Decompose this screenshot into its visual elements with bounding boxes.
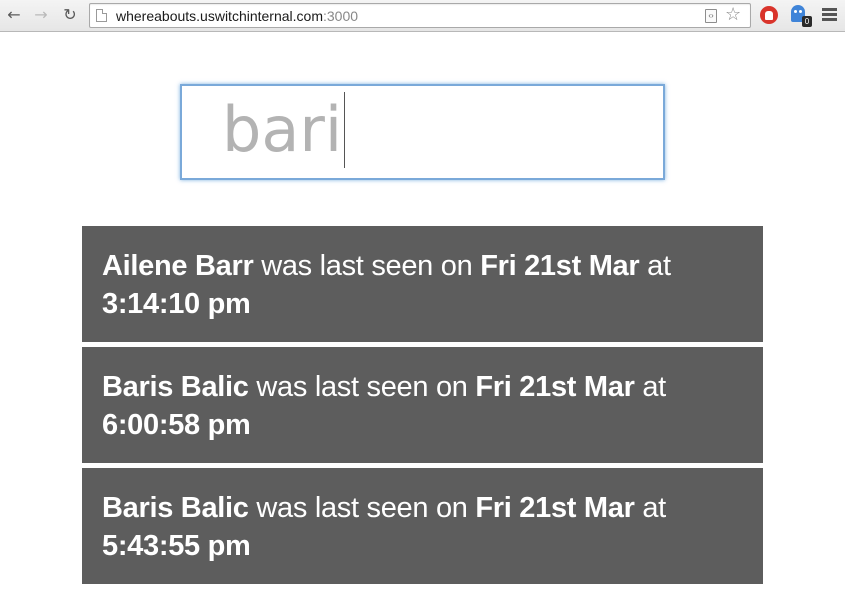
forward-arrow-icon[interactable]: → [30,4,52,26]
url-host: whereabouts.uswitchinternal.com [116,8,323,24]
person-name: Baris Balic [102,371,249,403]
reload-icon[interactable]: ↻ [59,4,81,26]
at-word: at [642,371,666,403]
url-port: :3000 [323,8,359,24]
address-bar[interactable]: whereabouts.uswitchinternal.com:3000 ‹› … [89,3,751,28]
star-icon[interactable]: ☆ [725,5,741,25]
seen-date: Fri 21st Mar [475,492,635,524]
extension-badge: 0 [802,16,812,27]
seen-phrase: was last seen on [261,250,473,282]
seen-time: 5:43:55 pm [102,530,251,562]
page-icon [96,9,107,22]
back-arrow-icon[interactable]: ← [3,4,25,26]
search-input[interactable]: bari [180,84,665,180]
result-card: Baris Balic was last seen on Fri 21st Ma… [82,468,763,584]
url-text[interactable]: whereabouts.uswitchinternal.com:3000 [116,8,358,24]
reader-icon[interactable]: ‹› [705,9,717,23]
search-query: bari [222,93,343,166]
person-name: Baris Balic [102,492,249,524]
adblock-icon[interactable] [760,6,778,24]
seen-phrase: was last seen on [256,492,468,524]
seen-phrase: was last seen on [256,371,468,403]
result-card: Ailene Barr was last seen on Fri 21st Ma… [82,226,763,342]
seen-time: 3:14:10 pm [102,288,251,320]
at-word: at [642,492,666,524]
at-word: at [647,250,671,282]
text-caret [344,91,346,168]
browser-toolbar: ← → ↻ whereabouts.uswitchinternal.com:30… [0,0,845,32]
seen-time: 6:00:58 pm [102,409,251,441]
result-card: Baris Balic was last seen on Fri 21st Ma… [82,347,763,463]
menu-icon[interactable] [822,8,837,22]
results-list: Ailene Barr was last seen on Fri 21st Ma… [82,226,763,589]
person-name: Ailene Barr [102,250,254,282]
seen-date: Fri 21st Mar [480,250,640,282]
seen-date: Fri 21st Mar [475,371,635,403]
